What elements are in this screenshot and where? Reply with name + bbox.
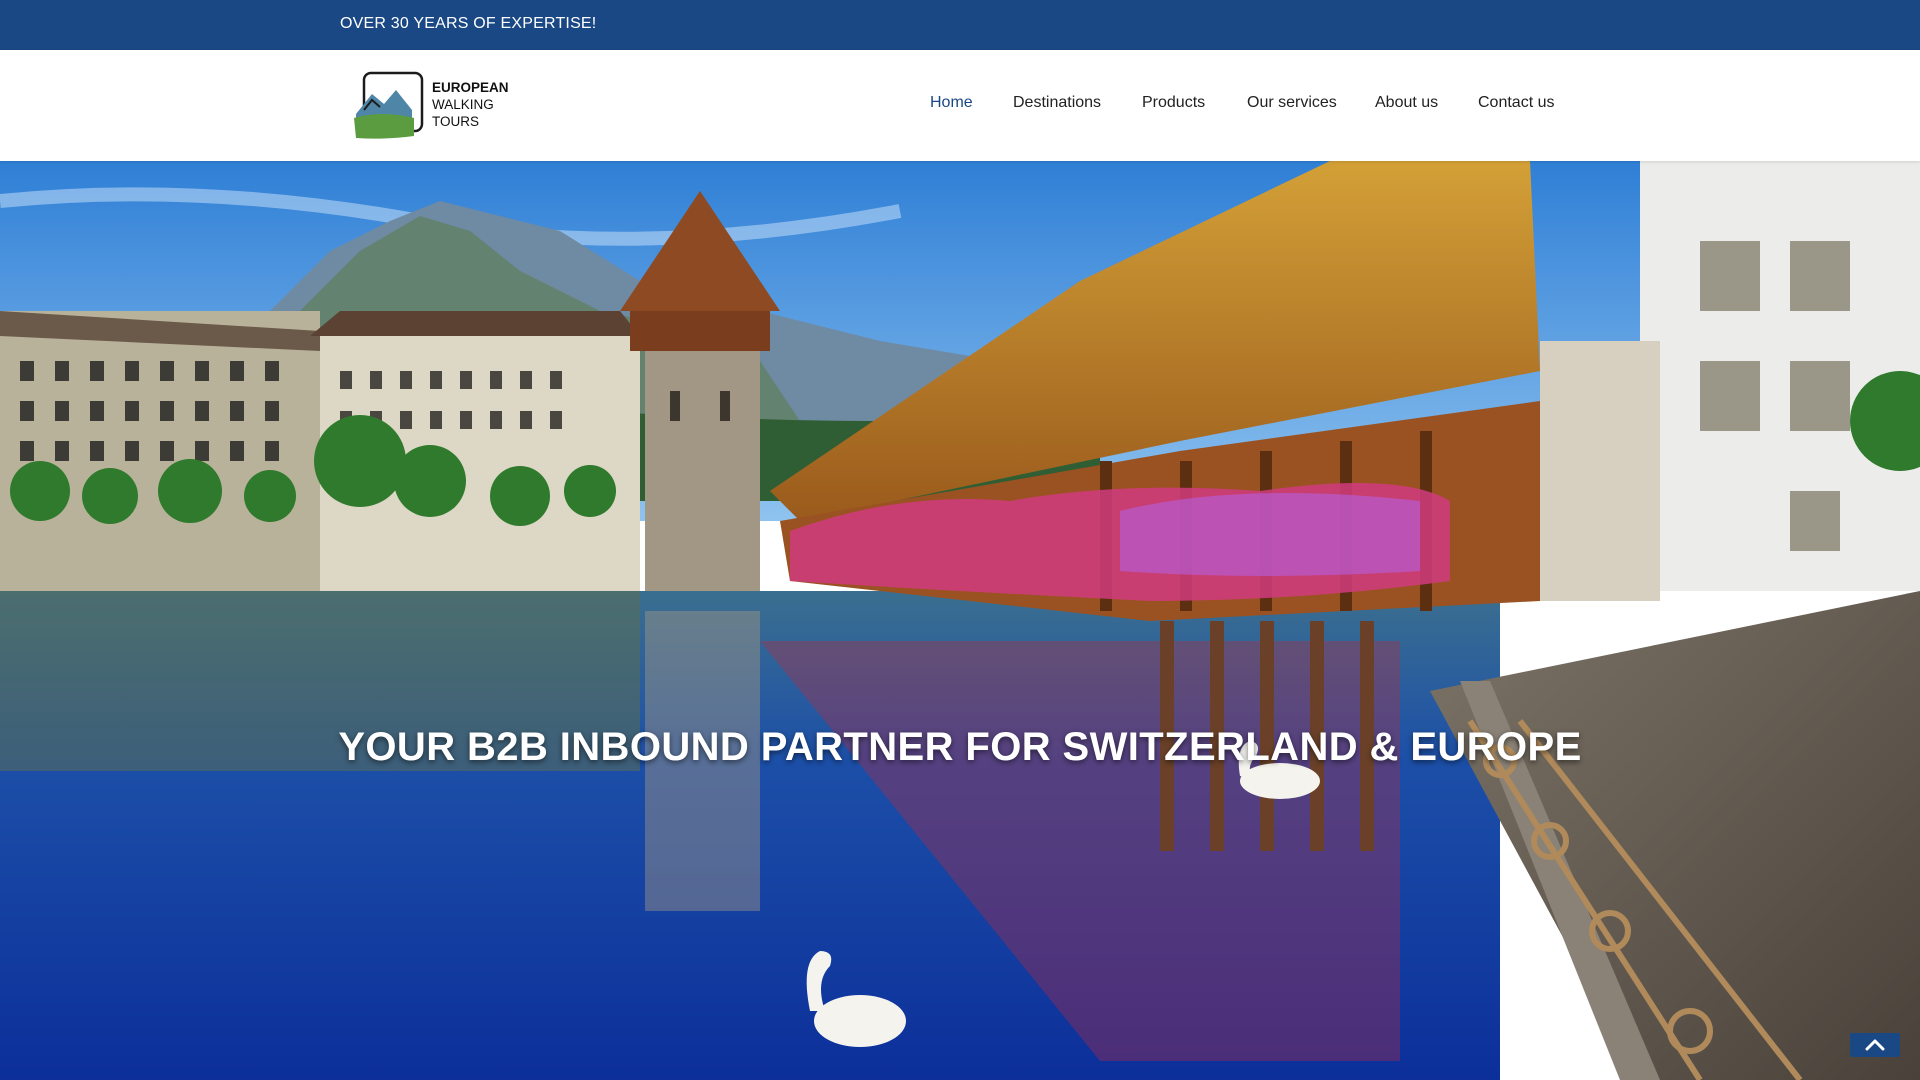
chevron-up-icon — [1865, 1039, 1885, 1051]
nav-our-services[interactable]: Our services — [1247, 94, 1337, 112]
nav-about-us[interactable]: About us — [1375, 94, 1438, 112]
logo-text-line1: EUROPEAN — [432, 80, 509, 95]
site-header: EUROPEAN WALKING TOURS Home Destinations… — [0, 50, 1920, 161]
nav-destinations[interactable]: Destinations — [1013, 94, 1101, 112]
logo-text-line3: TOURS — [432, 114, 480, 129]
scroll-to-top-button[interactable] — [1850, 1033, 1900, 1057]
nav-contact-us[interactable]: Contact us — [1478, 94, 1554, 112]
nav-home[interactable]: Home — [930, 94, 973, 112]
top-bar: OVER 30 YEARS OF EXPERTISE! — [0, 0, 1920, 50]
hero-image — [0, 161, 1920, 1080]
logo-text-line2: WALKING — [432, 97, 494, 112]
mountain-logo-icon — [354, 71, 424, 139]
site-logo[interactable]: EUROPEAN WALKING TOURS — [352, 70, 512, 142]
hero-title: YOUR B2B INBOUND PARTNER FOR SWITZERLAND… — [338, 725, 1582, 769]
topbar-tagline: OVER 30 YEARS OF EXPERTISE! — [340, 15, 597, 32]
nav-products[interactable]: Products — [1142, 94, 1205, 112]
hero-banner: YOUR B2B INBOUND PARTNER FOR SWITZERLAND… — [0, 161, 1920, 1080]
